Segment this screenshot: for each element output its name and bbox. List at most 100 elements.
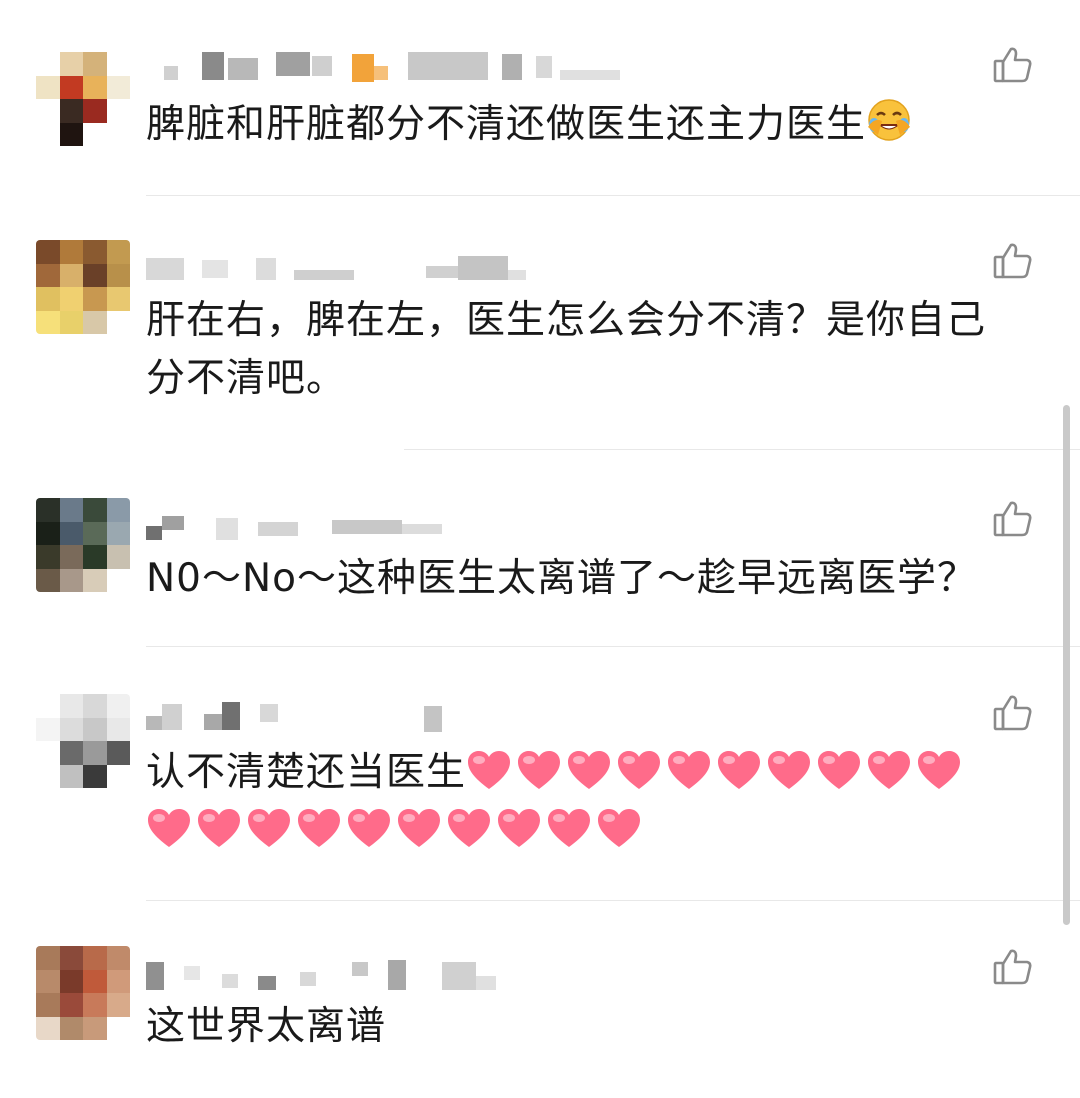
avatar-pixel: [36, 52, 60, 76]
avatar-pixel: [106, 521, 130, 545]
heart-icon: [618, 751, 661, 789]
avatar-pixel: [83, 310, 107, 334]
username-redacted[interactable]: [146, 52, 626, 82]
avatar-pixel: [106, 568, 130, 592]
thumbs-up-icon: [993, 501, 1032, 537]
heart-icon: [298, 809, 340, 847]
avatar-pixel: [83, 99, 107, 123]
avatar-pixel: [83, 764, 107, 788]
heart-icon: [598, 809, 640, 847]
avatar-pixel: [59, 99, 83, 123]
comment-text: 认不清楚还当医生: [146, 744, 1006, 860]
username-redacted[interactable]: [146, 702, 626, 732]
avatar-pixel: [106, 52, 130, 76]
avatar-pixel: [59, 287, 83, 311]
username-redacted[interactable]: [146, 512, 626, 542]
avatar-pixel: [59, 741, 83, 765]
like-button[interactable]: [992, 692, 1034, 734]
avatar-pixel: [106, 498, 130, 522]
heart-icon: [398, 809, 440, 847]
avatar-pixel: [106, 287, 130, 311]
avatar[interactable]: [36, 240, 130, 334]
avatar-pixel: [36, 545, 60, 569]
avatar-pixel: [36, 741, 60, 765]
comment-item: N0～No～这种医生太离谱了～趁早远离医学？: [0, 450, 1080, 647]
avatar-pixel: [59, 75, 83, 99]
avatar-pixel: [36, 287, 60, 311]
like-button[interactable]: [992, 44, 1034, 86]
avatar-pixel: [36, 1016, 60, 1040]
avatar-pixel: [36, 122, 60, 146]
username-redacted[interactable]: [146, 254, 626, 284]
avatar-pixel: [59, 240, 83, 264]
avatar-pixel: [59, 764, 83, 788]
heart-icon: [348, 809, 390, 847]
avatar-pixel: [59, 545, 83, 569]
avatar-pixel: [59, 521, 83, 545]
comment-item: 肝在右，脾在左，医生怎么会分不清？是你自己分不清吧。: [0, 196, 1080, 450]
heart-icon: [818, 751, 861, 789]
avatar-pixel: [59, 52, 83, 76]
avatar-pixel: [59, 568, 83, 592]
avatar-pixel: [106, 122, 130, 146]
heart-icon: [868, 751, 911, 789]
avatar-pixel: [36, 498, 60, 522]
username-redacted[interactable]: [146, 958, 626, 990]
avatar-pixel: [106, 764, 130, 788]
avatar-pixel: [83, 694, 107, 718]
comment-text: 这世界太离谱: [146, 1004, 387, 1049]
heart-icon: [448, 809, 490, 847]
comment-item: 这世界太离谱: [0, 900, 1080, 1098]
avatar-pixel: [59, 969, 83, 993]
like-button[interactable]: [992, 946, 1034, 988]
avatar-pixel: [106, 263, 130, 287]
avatar-pixel: [106, 545, 130, 569]
avatar-pixel: [83, 568, 107, 592]
avatar-pixel: [106, 717, 130, 741]
avatar-pixel: [59, 1016, 83, 1040]
avatar-pixel: [36, 568, 60, 592]
like-button[interactable]: [992, 498, 1034, 540]
avatar[interactable]: [36, 498, 130, 592]
avatar-pixel: [83, 741, 107, 765]
avatar-pixel: [36, 717, 60, 741]
avatar-pixel: [36, 310, 60, 334]
heart-icon: [468, 751, 511, 789]
heart-icon: [518, 751, 561, 789]
scrollbar[interactable]: [1063, 405, 1070, 925]
avatar-pixel: [36, 75, 60, 99]
like-button[interactable]: [992, 240, 1034, 282]
avatar[interactable]: [36, 694, 130, 788]
avatar-pixel: [83, 1016, 107, 1040]
avatar-pixel: [83, 717, 107, 741]
avatar-pixel: [83, 287, 107, 311]
face-with-tears-of-joy-icon: [866, 97, 912, 160]
avatar-pixel: [59, 717, 83, 741]
avatar-pixel: [106, 99, 130, 123]
avatar-pixel: [36, 993, 60, 1017]
avatar-pixel: [106, 240, 130, 264]
heart-icon: [768, 751, 811, 789]
avatar-pixel: [59, 694, 83, 718]
avatar-pixel: [36, 764, 60, 788]
avatar-pixel: [83, 521, 107, 545]
avatar-pixel: [59, 122, 83, 146]
avatar-pixel: [36, 240, 60, 264]
avatar-pixel: [59, 993, 83, 1017]
avatar-pixel: [83, 122, 107, 146]
avatar[interactable]: [36, 946, 130, 1040]
thumbs-up-icon: [993, 47, 1032, 83]
avatar[interactable]: [36, 52, 130, 146]
heart-icon: [548, 809, 590, 847]
avatar-pixel: [59, 263, 83, 287]
comment-text: 肝在右，脾在左，医生怎么会分不清？是你自己分不清吧。: [146, 298, 987, 401]
thumbs-up-icon: [993, 243, 1032, 279]
heart-icon: [248, 809, 290, 847]
heart-icon: [148, 809, 190, 847]
avatar-pixel: [83, 993, 107, 1017]
avatar-pixel: [36, 521, 60, 545]
avatar-pixel: [106, 310, 130, 334]
avatar-pixel: [106, 694, 130, 718]
heart-icon: [668, 751, 711, 789]
heart-icon: [198, 809, 240, 847]
